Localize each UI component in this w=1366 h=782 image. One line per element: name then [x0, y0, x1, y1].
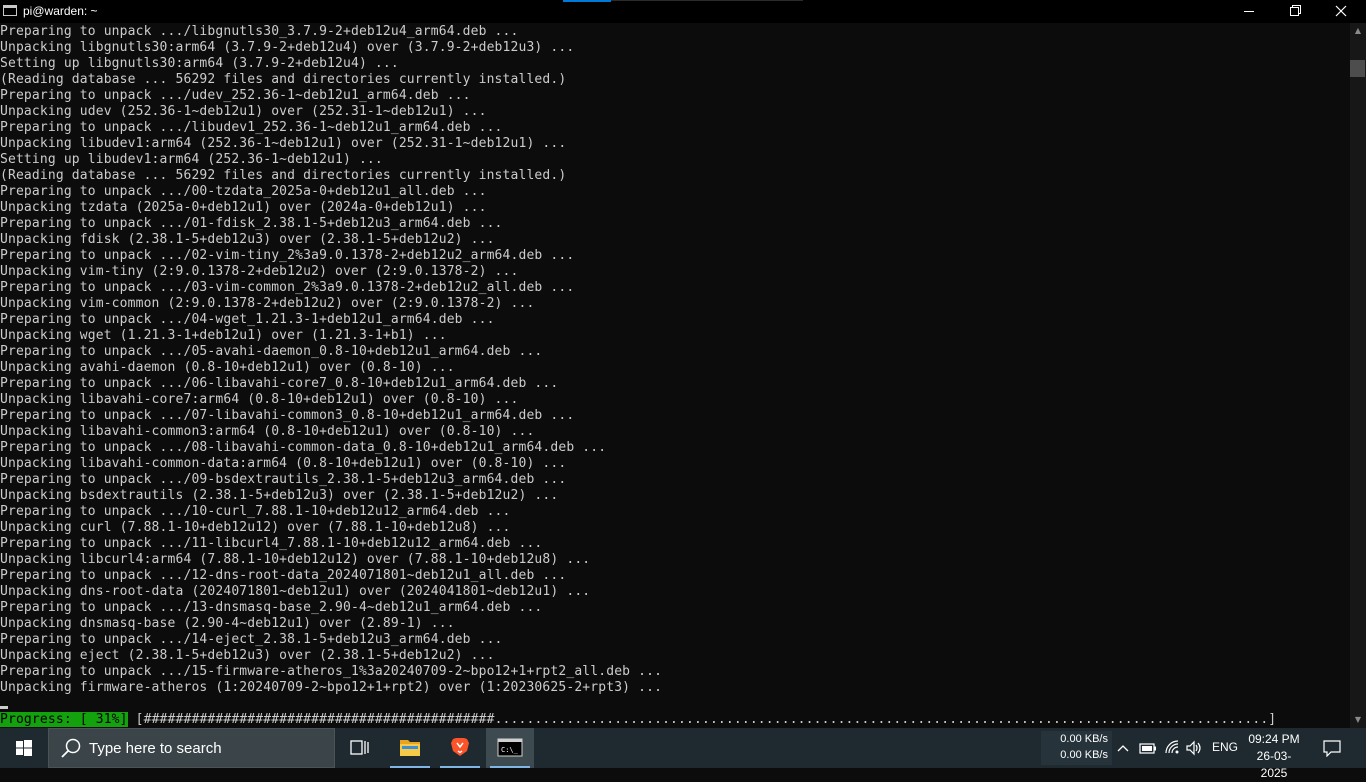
taskbar-clock[interactable]: 09:24 PM 26-03-2025	[1244, 731, 1304, 782]
output-line: Unpacking dns-root-data (2024071801~deb1…	[0, 584, 591, 599]
output-line: Unpacking bsdextrautils (2.38.1-5+deb12u…	[0, 488, 559, 503]
output-line: Preparing to unpack .../02-vim-tiny_2%3a…	[0, 248, 575, 263]
output-line: Preparing to unpack .../09-bsdextrautils…	[0, 472, 567, 487]
progress-label: Progress: [ 31%]	[0, 712, 128, 727]
download-speed: 0.00 KB/s	[1060, 749, 1108, 761]
output-line: Unpacking libcurl4:arm64 (7.88.1-10+deb1…	[0, 552, 591, 567]
output-line: (Reading database ... 56292 files and di…	[0, 72, 567, 87]
output-line: Preparing to unpack .../15-firmware-athe…	[0, 664, 663, 679]
output-line: Unpacking udev (252.36-1~deb12u1) over (…	[0, 104, 487, 119]
output-line: Setting up libudev1:arm64 (252.36-1~deb1…	[0, 152, 383, 167]
output-line: Preparing to unpack .../12-dns-root-data…	[0, 568, 567, 583]
network-speed-meter[interactable]: 0.00 KB/s 0.00 KB/s	[1041, 731, 1112, 765]
minimize-button[interactable]	[1226, 0, 1272, 23]
output-line: Preparing to unpack .../libudev1_252.36-…	[0, 120, 503, 135]
system-tray: 0.00 KB/s 0.00 KB/s ENG 09:24 PM 26-03-2…	[0, 728, 1366, 780]
output-line: Preparing to unpack .../10-curl_7.88.1-1…	[0, 504, 511, 519]
output-line: Preparing to unpack .../06-libavahi-core…	[0, 376, 559, 391]
notification-center-icon[interactable]	[1322, 739, 1342, 757]
output-line: Unpacking vim-common (2:9.0.1378-2+deb12…	[0, 296, 535, 311]
terminal-output[interactable]: Preparing to unpack .../libgnutls30_3.7.…	[0, 23, 1350, 728]
input-language-indicator[interactable]: ENG	[1212, 740, 1238, 754]
scroll-up-arrow-icon[interactable]: ▲	[1350, 23, 1366, 39]
output-line: Unpacking libavahi-common-data:arm64 (0.…	[0, 456, 567, 471]
output-line: Unpacking libgnutls30:arm64 (3.7.9-2+deb…	[0, 40, 575, 55]
output-line: Preparing to unpack .../libgnutls30_3.7.…	[0, 24, 519, 39]
window-title: pi@warden: ~	[23, 4, 98, 18]
output-line: Preparing to unpack .../11-libcurl4_7.88…	[0, 536, 543, 551]
output-line: Unpacking eject (2.38.1-5+deb12u3) over …	[0, 648, 495, 663]
output-line: Preparing to unpack .../udev_252.36-1~de…	[0, 88, 471, 103]
output-line: Unpacking avahi-daemon (0.8-10+deb12u1) …	[0, 360, 455, 375]
output-line: Unpacking curl (7.88.1-10+deb12u12) over…	[0, 520, 511, 535]
output-line: Preparing to unpack .../03-vim-common_2%…	[0, 280, 575, 295]
output-line: Unpacking libudev1:arm64 (252.36-1~deb12…	[0, 136, 567, 151]
progress-line: Progress: [ 31%] [######################…	[0, 712, 1276, 728]
output-line: (Reading database ... 56292 files and di…	[0, 168, 567, 183]
output-line: Setting up libgnutls30:arm64 (3.7.9-2+de…	[0, 56, 399, 71]
title-accent-strip	[563, 0, 611, 2]
vertical-scrollbar[interactable]: ▲ ▼	[1350, 23, 1366, 728]
output-line: Unpacking libavahi-common3:arm64 (0.8-10…	[0, 424, 535, 439]
output-line: Unpacking libavahi-core7:arm64 (0.8-10+d…	[0, 392, 519, 407]
volume-icon[interactable]	[1185, 739, 1203, 757]
output-line: Unpacking dnsmasq-base (2.90-4~deb12u1) …	[0, 616, 455, 631]
output-line: Preparing to unpack .../14-eject_2.38.1-…	[0, 632, 503, 647]
output-line: Preparing to unpack .../04-wget_1.21.3-1…	[0, 312, 495, 327]
chevron-up-icon[interactable]	[1116, 740, 1130, 756]
maximize-button[interactable]	[1272, 0, 1318, 23]
output-line: Unpacking vim-tiny (2:9.0.1378-2+deb12u2…	[0, 264, 519, 279]
progress-bar: [#######################################…	[135, 712, 1277, 727]
taskbar: Type here to search C:\_ 0.00 KB/s 0.00 …	[0, 728, 1366, 780]
window-title-bar[interactable]: pi@warden: ~	[0, 0, 1366, 23]
restore-icon	[1290, 5, 1301, 16]
battery-icon[interactable]	[1139, 740, 1157, 756]
output-line: Preparing to unpack .../01-fdisk_2.38.1-…	[0, 216, 503, 231]
output-line: Preparing to unpack .../13-dnsmasq-base_…	[0, 600, 543, 615]
close-button[interactable]	[1318, 0, 1364, 23]
output-line: Unpacking tzdata (2025a-0+deb12u1) over …	[0, 200, 487, 215]
title-strip	[611, 0, 803, 1]
clock-date: 26-03-2025	[1256, 749, 1292, 780]
text-cursor	[0, 706, 8, 709]
wifi-icon[interactable]	[1164, 739, 1182, 757]
upload-speed: 0.00 KB/s	[1060, 733, 1108, 745]
close-icon	[1335, 5, 1347, 17]
output-line: Unpacking fdisk (2.38.1-5+deb12u3) over …	[0, 232, 495, 247]
output-line: Unpacking firmware-atheros (1:20240709-2…	[0, 680, 663, 695]
scroll-down-arrow-icon[interactable]: ▼	[1350, 712, 1366, 728]
output-lines: Preparing to unpack .../libgnutls30_3.7.…	[0, 24, 662, 696]
output-line: Preparing to unpack .../00-tzdata_2025a-…	[0, 184, 487, 199]
clock-time: 09:24 PM	[1248, 732, 1300, 746]
minimize-icon	[1244, 11, 1254, 12]
output-line: Preparing to unpack .../05-avahi-daemon_…	[0, 344, 543, 359]
scrollbar-thumb[interactable]	[1350, 60, 1365, 77]
console-app-icon[interactable]	[3, 5, 17, 16]
output-line: Preparing to unpack .../07-libavahi-comm…	[0, 408, 575, 423]
output-line: Preparing to unpack .../08-libavahi-comm…	[0, 440, 607, 455]
output-line: Unpacking wget (1.21.3-1+deb12u1) over (…	[0, 328, 447, 343]
